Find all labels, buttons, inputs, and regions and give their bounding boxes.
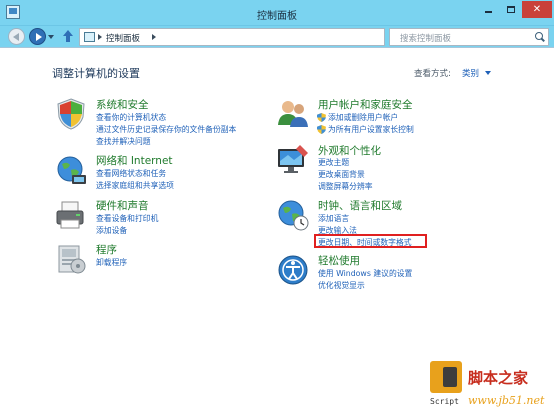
- up-arrow-icon[interactable]: [63, 30, 73, 43]
- link-screen-resolution[interactable]: 调整屏幕分辨率: [318, 181, 373, 192]
- clock-globe-icon[interactable]: [276, 198, 310, 232]
- watermark-script-text: Script: [430, 397, 459, 406]
- view-by-dropdown[interactable]: 类别: [462, 67, 479, 79]
- link-change-desktop-background[interactable]: 更改桌面背景: [318, 169, 365, 180]
- watermark-site-url: www.jb51.net: [468, 394, 545, 407]
- maximize-icon: [506, 6, 515, 13]
- control-panel-window: 控制面板 ✕ 控制面板 ↻ 搜索控制面板 调整计算机的设置 查看方式: 类别: [0, 0, 554, 415]
- minimize-button[interactable]: [478, 1, 499, 18]
- forward-button[interactable]: [29, 28, 46, 45]
- network-globe-icon[interactable]: [54, 153, 88, 187]
- programs-icon[interactable]: [54, 242, 88, 276]
- breadcrumb-separator-icon[interactable]: [98, 34, 102, 40]
- maximize-button[interactable]: [500, 1, 521, 18]
- user-accounts-icon[interactable]: [276, 97, 310, 131]
- control-panel-small-icon: [84, 32, 95, 42]
- link-troubleshoot[interactable]: 查找并解决问题: [96, 136, 151, 147]
- link-devices-printers[interactable]: 查看设备和打印机: [96, 213, 158, 224]
- link-homegroup-sharing[interactable]: 选择家庭组和共享选项: [96, 180, 174, 191]
- network-internet-title-link[interactable]: 网络和 Internet: [96, 153, 173, 168]
- uac-shield-icon: [317, 125, 326, 134]
- link-parental-controls[interactable]: 为所有用户设置家长控制: [328, 124, 414, 135]
- page-title: 调整计算机的设置: [52, 67, 140, 80]
- ease-of-access-title-link[interactable]: 轻松使用: [318, 253, 360, 268]
- recent-locations-chevron-down-icon[interactable]: [48, 35, 54, 39]
- watermark-site-name: 脚本之家: [468, 369, 529, 387]
- view-by-label: 查看方式:: [414, 69, 451, 79]
- link-file-history-backup[interactable]: 通过文件历史记录保存你的文件备份副本: [96, 124, 236, 135]
- back-button[interactable]: [8, 28, 25, 45]
- appearance-title-link[interactable]: 外观和个性化: [318, 143, 381, 158]
- link-add-device[interactable]: 添加设备: [96, 225, 127, 236]
- minimize-icon: [485, 11, 492, 13]
- hardware-sound-title-link[interactable]: 硬件和声音: [96, 198, 149, 213]
- appearance-monitor-icon[interactable]: [276, 143, 310, 177]
- search-icon[interactable]: [535, 32, 543, 40]
- user-accounts-title-link[interactable]: 用户帐户和家庭安全: [318, 97, 413, 112]
- clock-region-title-link[interactable]: 时钟、语言和区域: [318, 198, 402, 213]
- link-add-remove-user[interactable]: 添加或删除用户帐户: [328, 112, 398, 123]
- view-by-chevron-down-icon[interactable]: [485, 71, 491, 75]
- uac-shield-icon: [317, 113, 326, 122]
- system-security-shield-icon[interactable]: [54, 97, 88, 131]
- link-add-language[interactable]: 添加语言: [318, 213, 349, 224]
- jb51-logo-icon: [430, 361, 462, 393]
- highlight-box: [314, 234, 427, 248]
- link-uninstall-program[interactable]: 卸载程序: [96, 257, 127, 268]
- printer-icon[interactable]: [54, 198, 88, 232]
- watermark: Script 脚本之家 www.jb51.net: [430, 357, 550, 413]
- link-view-computer-status[interactable]: 查看你的计算机状态: [96, 112, 166, 123]
- close-button[interactable]: ✕: [522, 1, 552, 18]
- address-bar[interactable]: 控制面板 ↻: [79, 28, 457, 46]
- link-change-theme[interactable]: 更改主题: [318, 157, 349, 168]
- window-title: 控制面板: [257, 11, 297, 22]
- link-network-status[interactable]: 查看网络状态和任务: [96, 168, 166, 179]
- link-optimize-visual-display[interactable]: 优化视觉显示: [318, 280, 365, 291]
- search-box[interactable]: 搜索控制面板: [389, 28, 549, 46]
- programs-title-link[interactable]: 程序: [96, 242, 117, 257]
- link-recommended-settings[interactable]: 使用 Windows 建议的设置: [318, 268, 412, 279]
- navigation-bar: 控制面板 ↻ 搜索控制面板: [0, 26, 554, 48]
- ease-of-access-icon[interactable]: [276, 253, 310, 287]
- search-input[interactable]: 搜索控制面板: [400, 32, 451, 44]
- breadcrumb-separator-icon[interactable]: [152, 34, 156, 40]
- system-security-title-link[interactable]: 系统和安全: [96, 97, 149, 112]
- title-bar[interactable]: 控制面板 ✕: [0, 0, 554, 26]
- breadcrumb-control-panel[interactable]: 控制面板: [106, 32, 140, 44]
